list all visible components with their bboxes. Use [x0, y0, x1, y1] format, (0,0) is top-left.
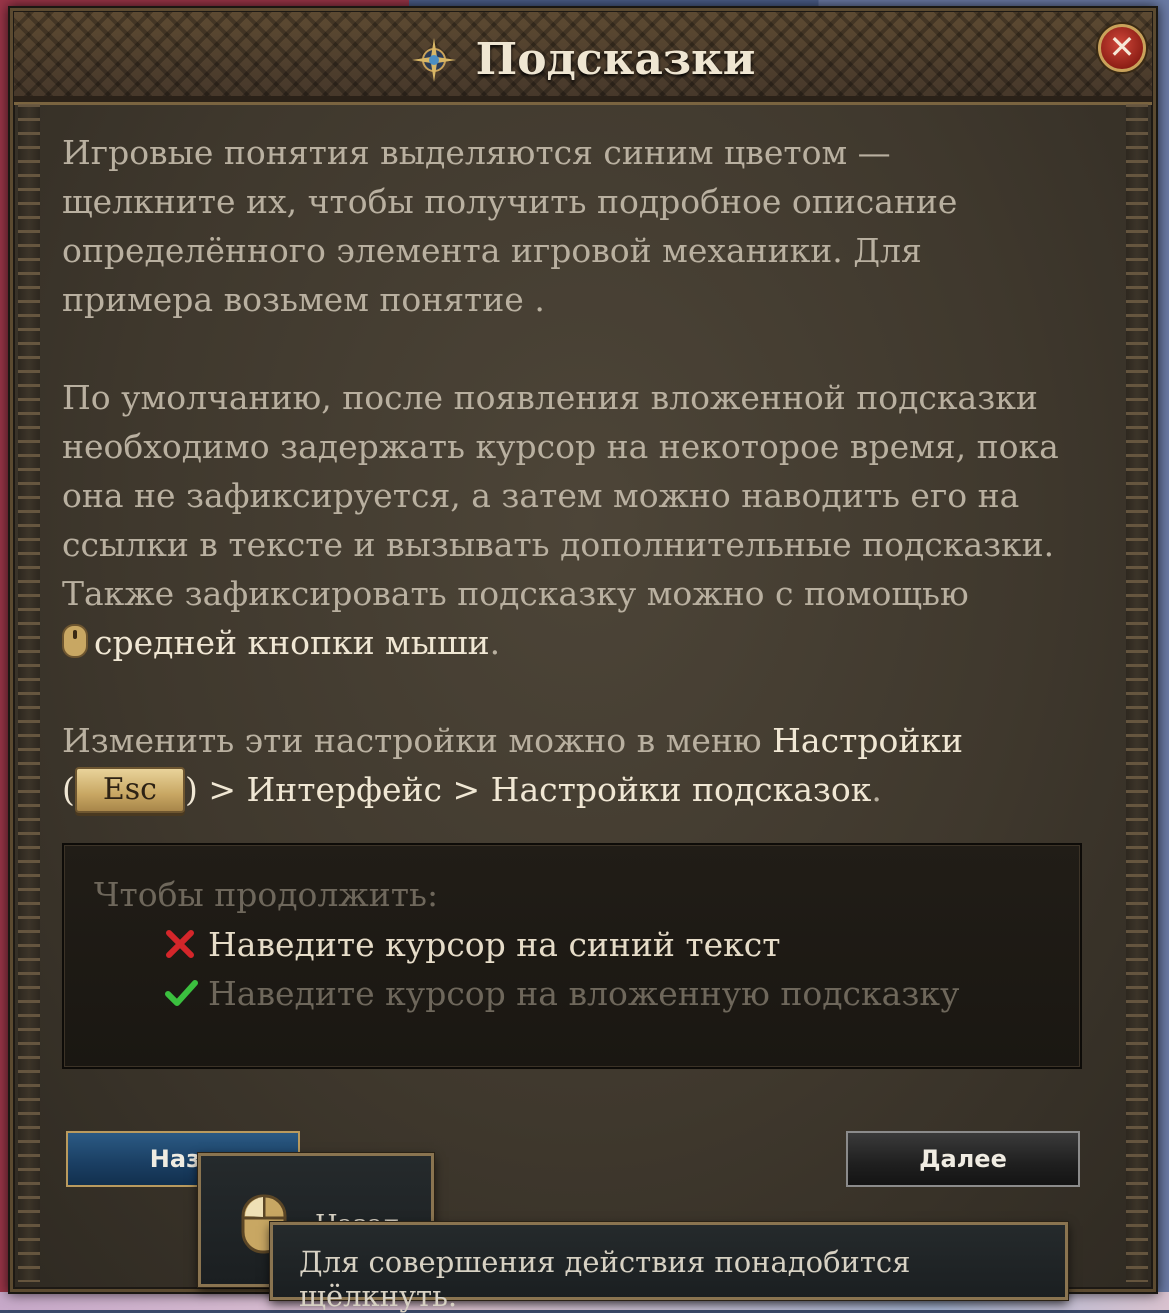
- task-item: Наведите курсор на синий текст: [164, 925, 781, 964]
- paren-close: ): [184, 770, 198, 809]
- click-hint-tooltip: Для совершения действия понадобится щёлк…: [270, 1222, 1068, 1313]
- right-border-ornament: [1126, 104, 1148, 1282]
- next-button[interactable]: Далее: [846, 1131, 1080, 1187]
- task-box: Чтобы продолжить: Наведите курсор на син…: [62, 843, 1082, 1069]
- paren-open: (: [62, 770, 75, 809]
- settings-link[interactable]: Настройки: [772, 721, 963, 760]
- red-cross-icon: [164, 926, 198, 960]
- task-label: Наведите курсор на вложенную подсказку: [208, 974, 960, 1013]
- window-title: Подсказки: [475, 34, 756, 85]
- paragraph-settings-start: Изменить эти настройки можно в меню: [62, 721, 773, 760]
- task-label: Наведите курсор на синий текст: [208, 925, 781, 964]
- close-button[interactable]: ✕: [1098, 24, 1146, 72]
- paragraph-intro: Игровые понятия выделяются синим цветом …: [62, 133, 958, 319]
- close-icon: ✕: [1108, 28, 1136, 66]
- task-item: Наведите курсор на вложенную подсказку: [164, 974, 959, 1013]
- middle-mouse-icon: [62, 622, 88, 658]
- compass-star-icon: [411, 37, 457, 83]
- green-check-icon: [164, 975, 198, 1009]
- title-wrap: Подсказки: [14, 34, 1152, 85]
- path-separator-2: >: [442, 770, 491, 809]
- paragraph-settings: Изменить эти настройки можно в меню Наст…: [62, 716, 1072, 814]
- paragraph-nested-end: .: [489, 623, 501, 662]
- middle-mouse-link[interactable]: средней кнопки мыши: [94, 623, 490, 662]
- esc-key-badge: Esc: [74, 767, 185, 813]
- tooltip-settings-link[interactable]: Настройки подсказок: [491, 770, 872, 809]
- paragraph-settings-end: .: [871, 770, 882, 809]
- body-text: Игровые понятия выделяются синим цветом …: [62, 128, 1072, 814]
- interface-link[interactable]: Интерфейс: [247, 770, 443, 809]
- tooltip-label: Для совершения действия понадобится щёлк…: [299, 1245, 911, 1313]
- paragraph-nested-tooltips: По умолчанию, после появления вложенной …: [62, 373, 1072, 667]
- path-separator-1: >: [197, 770, 247, 809]
- title-bar: Подсказки: [14, 12, 1152, 105]
- paragraph-nested-text: По умолчанию, после появления вложенной …: [62, 378, 1059, 613]
- left-border-ornament: [18, 104, 40, 1282]
- task-title: Чтобы продолжить:: [94, 875, 439, 914]
